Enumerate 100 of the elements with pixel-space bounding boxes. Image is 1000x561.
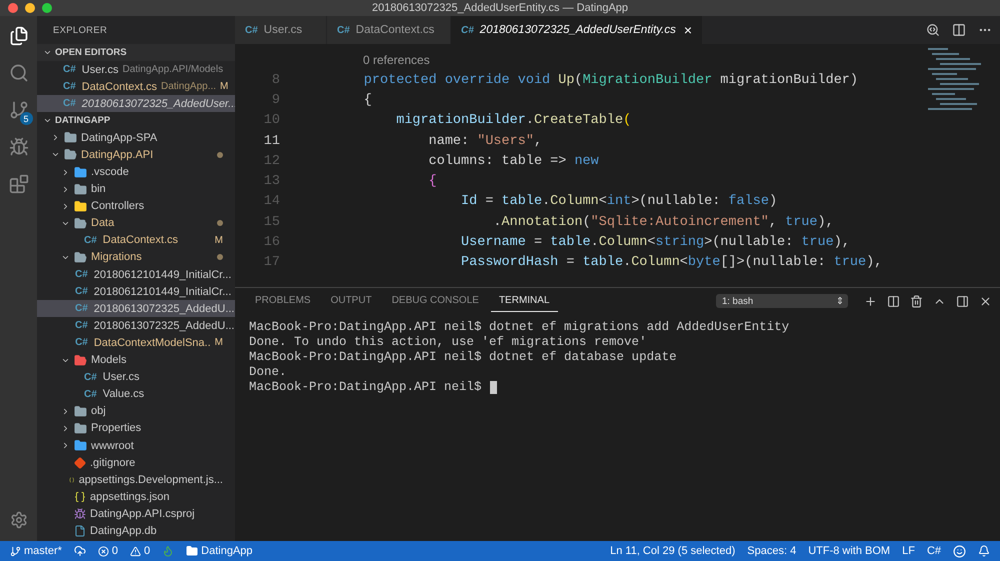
csharp-label: C# (63, 81, 76, 92)
editor-tab[interactable]: C# DataContext.cs (327, 16, 451, 44)
tree-item[interactable]: .gitignore (37, 454, 235, 472)
file-name: DataContext.cs (102, 234, 178, 246)
close-icon[interactable] (979, 294, 992, 308)
csharp-label: C# (75, 269, 88, 280)
csharp-label: C# (75, 286, 88, 298)
plus-icon[interactable] (864, 294, 877, 308)
panel-tab[interactable]: OUTPUT (322, 290, 380, 312)
file-name: obj (91, 405, 106, 418)
tree-item[interactable]: C# 20180612101449_InitialCr... (37, 266, 235, 284)
editor-tab[interactable]: C# 20180613072325_AddedUserEntity.cs × (451, 16, 704, 44)
open-editor-item[interactable]: C# 20180613072325_AddedUser... (37, 95, 235, 112)
zoom-light[interactable] (42, 3, 52, 13)
tree-item[interactable]: DatingApp.API.csproj (37, 505, 235, 522)
terminal-line: Done. To undo this action, use 'ef migrations remove' (249, 335, 647, 350)
folder-icon (74, 422, 87, 435)
line-number: 16 (262, 235, 280, 250)
file-name: appsettings.Development.js... (78, 474, 223, 486)
tree-item[interactable]: obj (37, 402, 235, 420)
file-name: DatingApp.API.csproj (90, 508, 195, 520)
tree-item[interactable]: C# 20180613072325_AddedU... (37, 317, 235, 334)
tree-item[interactable]: Data (37, 214, 235, 232)
tree-item[interactable]: DatingApp-SPA (37, 129, 235, 146)
trash-icon[interactable] (910, 294, 923, 308)
preview-icon[interactable] (926, 23, 940, 37)
sync-icon[interactable] (74, 545, 86, 557)
tree-item[interactable]: appsettings.json (37, 488, 235, 506)
tree-item[interactable]: C# DataContext.cs M (37, 232, 235, 249)
modified-label: M (214, 337, 223, 348)
open-editor-item[interactable]: C# User.cs DatingApp.API/Models (37, 61, 235, 78)
status-item[interactable]: LF (902, 545, 915, 557)
codelens[interactable]: 0 references (363, 53, 430, 67)
terminal-select[interactable]: 1: bash ⇕ (716, 294, 848, 308)
count-badge: 5 (20, 112, 32, 125)
tree-item[interactable]: C# 20180613072325_AddedU... (37, 300, 235, 318)
panel-tab[interactable]: PROBLEMS (247, 290, 319, 312)
tree-item[interactable]: C# DataContextModelSna.. M (37, 334, 235, 352)
tree-item[interactable]: Controllers (37, 198, 235, 215)
panel-icon[interactable] (956, 294, 969, 308)
tree-item[interactable]: DatingApp.db (37, 522, 235, 540)
code-line: { (428, 174, 437, 190)
code-line: .Annotation("Sqlite:Autoincrement", true), (492, 214, 834, 230)
tree-item[interactable]: DatingApp.API (37, 146, 235, 164)
folder-icon (74, 439, 87, 452)
tree-item[interactable]: C# 20180612101449_InitialCr... (37, 283, 235, 300)
tree-item[interactable]: Models (37, 352, 235, 369)
bell-icon[interactable] (978, 545, 990, 557)
tree-item[interactable]: C# Value.cs (37, 386, 235, 403)
panel-tab[interactable]: TERMINAL (490, 290, 558, 312)
folder-icon (74, 250, 87, 264)
folder-icon[interactable] (186, 545, 198, 557)
panel-tab[interactable]: DEBUG CONSOLE (384, 290, 487, 312)
file-path: DatingApp... (161, 81, 216, 92)
section-title[interactable]: DATINGAPP (55, 115, 110, 126)
tree-item[interactable]: bin (37, 180, 235, 198)
warning-count[interactable]: 0 (144, 545, 150, 557)
split-icon[interactable] (887, 294, 900, 308)
minimize-light[interactable] (25, 3, 35, 13)
error-icon[interactable] (98, 546, 109, 556)
split-icon[interactable] (952, 23, 966, 37)
tree-item[interactable]: Properties (37, 420, 235, 437)
file-name: Models (91, 354, 126, 366)
file-name: .gitignore (90, 456, 136, 469)
close-light[interactable] (8, 3, 18, 13)
csharp-label: C# (84, 234, 97, 246)
file-name: 20180613072325_AddedU... (94, 320, 234, 332)
status-item[interactable]: C# (926, 545, 941, 557)
file-path: DatingApp.API/Models (122, 64, 224, 76)
editor-tab[interactable]: C# User.cs (235, 16, 327, 44)
folder-name[interactable]: DatingApp (201, 545, 253, 557)
status-item[interactable]: Ln 11, Col 29 (5 selected) (610, 545, 736, 557)
file-name: Controllers (91, 200, 144, 212)
terminal-line: MacBook-Pro:DatingApp.API neil$ (249, 380, 482, 395)
tree-item[interactable]: wwwroot (37, 436, 235, 454)
csharp-label: C# (84, 388, 97, 400)
open-editor-item[interactable]: C# DataContext.cs DatingApp... M (37, 78, 235, 96)
code-line: PasswordHash = table.Column<byte[]>(nullable: true), (460, 255, 882, 270)
tree-item[interactable]: Migrations (37, 248, 235, 266)
tree-item[interactable]: appsettings.Development.js... (37, 471, 235, 488)
settings-icon[interactable] (10, 511, 28, 529)
file-name: 20180613072325_AddedU... (94, 302, 234, 315)
warning-icon[interactable] (130, 546, 142, 556)
file-name: DataContextModelSna.. (94, 336, 211, 349)
sidebar-title: EXPLORER (52, 24, 108, 38)
modified-dot (217, 220, 223, 226)
error-count[interactable]: 0 (112, 545, 118, 557)
smiley-icon[interactable] (953, 544, 966, 558)
branch-name[interactable]: master* (24, 545, 62, 557)
tree-item[interactable]: .vscode (37, 163, 235, 181)
tree-item[interactable]: C# User.cs (37, 368, 235, 386)
line-number: 15 (262, 214, 280, 230)
braces-icon (74, 490, 86, 503)
branch-icon[interactable] (10, 546, 21, 556)
file-name: wwwroot (91, 440, 134, 452)
status-item[interactable]: UTF-8 with BOM (808, 545, 890, 557)
folder-icon (64, 131, 77, 144)
line-number: 12 (262, 154, 280, 169)
status-item[interactable]: Spaces: 4 (747, 545, 796, 557)
line-number: 13 (262, 174, 280, 190)
